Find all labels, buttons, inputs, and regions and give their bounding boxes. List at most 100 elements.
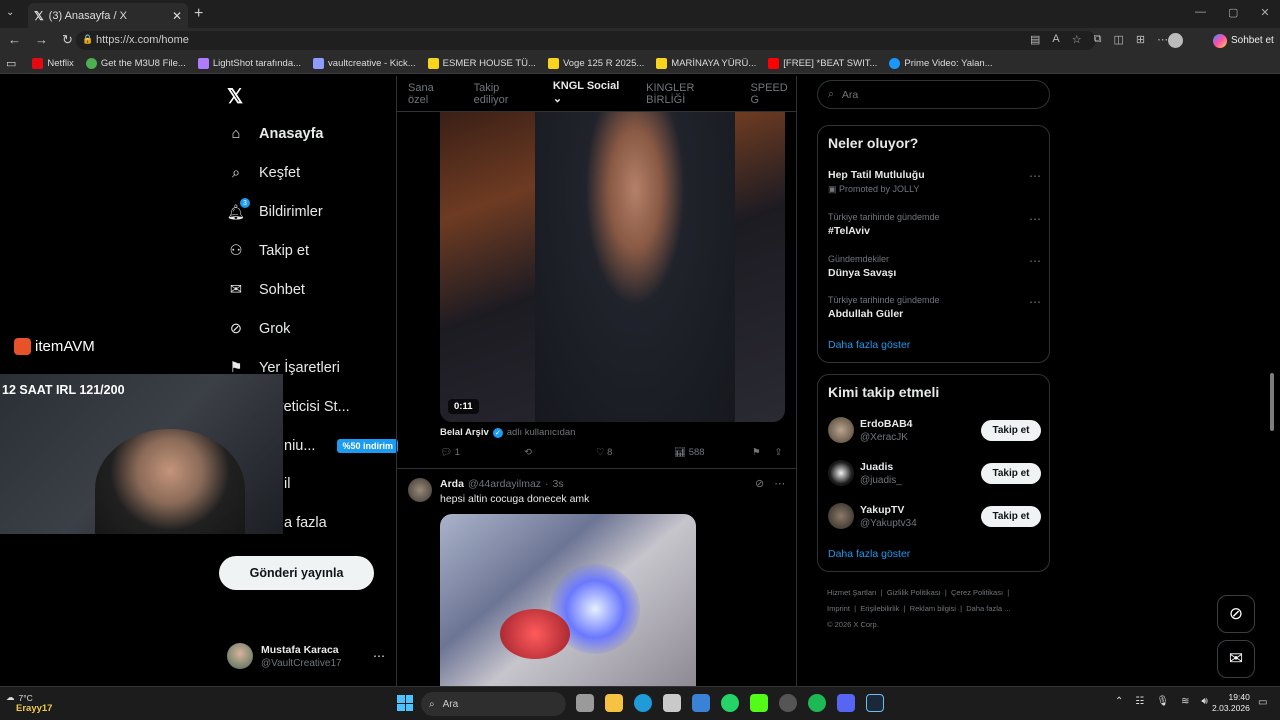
footer-imprint-link[interactable]: Imprint xyxy=(827,604,850,613)
weather-widget[interactable]: ☁ 7°C xyxy=(6,692,33,703)
tab-following[interactable]: Takip ediliyor xyxy=(474,82,533,106)
repost-button[interactable]: ⟲ xyxy=(524,447,596,458)
follow-button[interactable]: Takip et xyxy=(981,462,1041,484)
minimize-icon[interactable]: — xyxy=(1195,6,1206,19)
network-icon[interactable]: ☷ xyxy=(1135,696,1144,707)
tab-speed[interactable]: SPEED G xyxy=(750,82,796,106)
search-input[interactable]: ⌕ Ara xyxy=(817,80,1050,109)
bookmark-beat[interactable]: [FREE] *BEAT SWIT... xyxy=(768,57,877,69)
grok-float-button[interactable]: ⊘ xyxy=(1217,595,1255,633)
more-icon[interactable]: ⋯ xyxy=(1029,169,1041,183)
notification-center-icon[interactable]: ▭ xyxy=(1258,697,1267,708)
footer-privacy-link[interactable]: Gizlilik Politikası xyxy=(887,588,941,597)
file-explorer-icon[interactable] xyxy=(605,694,623,712)
nav-premium[interactable]: niu... %50 indirim xyxy=(284,434,398,458)
nav-home[interactable]: ⌂ Anasayfa xyxy=(227,122,324,146)
read-aloud-icon[interactable]: A xyxy=(1052,33,1059,46)
page-scrollbar[interactable] xyxy=(1270,373,1274,431)
back-icon[interactable]: ← xyxy=(8,32,21,48)
tray-arrow-icon[interactable]: ⌃ xyxy=(1115,696,1123,707)
tab-kingler[interactable]: KINGLER BİRLİĞİ xyxy=(646,82,730,106)
account-switcher[interactable]: Mustafa Karaca @VaultCreative17 ⋯ xyxy=(227,640,385,672)
start-button[interactable] xyxy=(397,695,413,711)
bookmark-post-icon[interactable]: ⚑ xyxy=(752,447,761,458)
steam-icon[interactable] xyxy=(866,694,884,712)
reader-icon[interactable]: ▤ xyxy=(1030,33,1040,46)
post-image[interactable] xyxy=(440,514,696,686)
show-more-suggestions-link[interactable]: Daha fazla göster xyxy=(828,548,910,560)
kick-app-icon[interactable] xyxy=(750,694,768,712)
post-author[interactable]: Arda xyxy=(440,478,464,490)
favorite-icon[interactable]: ☆ xyxy=(1072,33,1082,46)
collections-icon[interactable]: ⊞ xyxy=(1136,33,1145,46)
copilot-chat-button[interactable]: Sohbet et xyxy=(1213,31,1274,50)
tab-list-icon[interactable]: ⌄ xyxy=(6,7,20,21)
follow-suggestion[interactable]: Juadis @juadis_ Takip et xyxy=(828,458,1041,488)
post-handle[interactable]: @44ardayilmaz xyxy=(468,478,541,490)
trend-item[interactable]: Hep Tatil Mutluluğu ▣ Promoted by JOLLY … xyxy=(828,169,1041,195)
profile-avatar[interactable] xyxy=(1168,33,1183,48)
wifi-icon[interactable]: ≋ xyxy=(1181,696,1189,707)
volume-icon[interactable]: 🔊︎ xyxy=(1201,696,1207,707)
more-tools-icon[interactable]: ⋯ xyxy=(1157,33,1168,46)
more-icon[interactable]: ⋯ xyxy=(774,477,785,490)
post-time[interactable]: 3s xyxy=(553,478,564,490)
bookmark-prime[interactable]: Prime Video: Yalan... xyxy=(889,57,993,69)
obs-icon[interactable] xyxy=(779,694,797,712)
nav-follow[interactable]: ⚇ Takip et xyxy=(227,239,309,263)
footer-more-link[interactable]: Daha fazla ... xyxy=(966,604,1010,613)
footer-cookie-link[interactable]: Çerez Politikası xyxy=(951,588,1003,597)
nav-explore[interactable]: ⌕ Keşfet xyxy=(227,161,300,185)
like-button[interactable]: ♡ 8 xyxy=(596,447,674,458)
whatsapp-icon[interactable] xyxy=(721,694,739,712)
bookmark-kick[interactable]: vaultcreative - Kick... xyxy=(313,57,416,69)
bookmark-m3u8[interactable]: Get the M3U8 File... xyxy=(85,57,186,69)
spotify-icon[interactable] xyxy=(808,694,826,712)
trend-item[interactable]: Türkiye tarihinde gündemde #TelAviv ⋯ xyxy=(828,212,1041,237)
clock[interactable]: 19:40 2.03.2026 xyxy=(1212,692,1250,714)
views-button[interactable]: 📊︎ 588 xyxy=(674,447,752,458)
source-author[interactable]: Belal Arşiv xyxy=(440,427,489,438)
bookmark-voge[interactable]: Voge 125 R 2025... xyxy=(547,57,644,69)
nav-grok[interactable]: ⊘ Grok xyxy=(227,317,291,341)
split-icon[interactable]: ◫ xyxy=(1113,33,1123,46)
tab-kngl-social[interactable]: KNGL Social ⌄ xyxy=(553,80,626,107)
footer-terms-link[interactable]: Hizmet Şartları xyxy=(827,588,877,597)
nav-notifications[interactable]: 🔔︎ 3 Bildirimler xyxy=(227,198,323,224)
more-icon[interactable]: ⋯ xyxy=(373,649,385,663)
post-button[interactable]: Gönderi yayınla xyxy=(219,556,374,590)
messages-float-button[interactable]: ✉ xyxy=(1217,640,1255,678)
refresh-icon[interactable]: ↻ xyxy=(62,32,73,48)
bookmark-marina[interactable]: MARİNAYA YÜRÜ... xyxy=(656,57,756,69)
url-field[interactable]: https://x.com/home xyxy=(76,31,1096,50)
bookmark-menu-icon[interactable]: ▭ xyxy=(6,57,16,70)
follow-button[interactable]: Takip et xyxy=(981,505,1041,527)
new-tab-button[interactable]: + xyxy=(194,5,203,23)
bookmark-netflix[interactable]: Netflix xyxy=(32,57,74,69)
reply-button[interactable]: 💬︎ 1 xyxy=(440,447,524,458)
footer-accessibility-link[interactable]: Erişilebilirlik xyxy=(860,604,899,613)
follow-suggestion[interactable]: ErdoBAB4 @XeracJK Takip et xyxy=(828,415,1041,445)
more-icon[interactable]: ⋯ xyxy=(1029,295,1041,309)
mic-icon[interactable]: 🎙︎ xyxy=(1156,696,1169,707)
mail-app-icon[interactable] xyxy=(692,694,710,712)
footer-ads-link[interactable]: Reklam bilgisi xyxy=(910,604,956,613)
more-icon[interactable]: ⋯ xyxy=(1029,254,1041,268)
x-logo-icon[interactable]: 𝕏 xyxy=(227,84,243,109)
post-video[interactable]: 0:11 xyxy=(440,112,785,422)
forward-icon[interactable]: → xyxy=(35,32,48,48)
share-icon[interactable]: ⇪ xyxy=(775,447,783,458)
follow-suggestion[interactable]: YakupTV @Yakuptv34 Takip et xyxy=(828,501,1041,531)
grok-icon[interactable]: ⊘ xyxy=(755,477,764,490)
show-more-trends-link[interactable]: Daha fazla göster xyxy=(828,339,910,351)
task-view-icon[interactable] xyxy=(576,694,594,712)
nav-more[interactable]: a fazla xyxy=(284,511,327,535)
close-window-icon[interactable]: ✕ xyxy=(1260,6,1269,19)
follow-button[interactable]: Takip et xyxy=(981,419,1041,441)
bookmark-esmer[interactable]: ESMER HOUSE TÜ... xyxy=(427,57,536,69)
more-icon[interactable]: ⋯ xyxy=(1029,212,1041,226)
close-tab-icon[interactable]: ✕ xyxy=(172,9,182,23)
discord-icon[interactable] xyxy=(837,694,855,712)
trend-item[interactable]: Türkiye tarihinde gündemde Abdullah Güle… xyxy=(828,295,1041,320)
edge-icon[interactable] xyxy=(634,694,652,712)
